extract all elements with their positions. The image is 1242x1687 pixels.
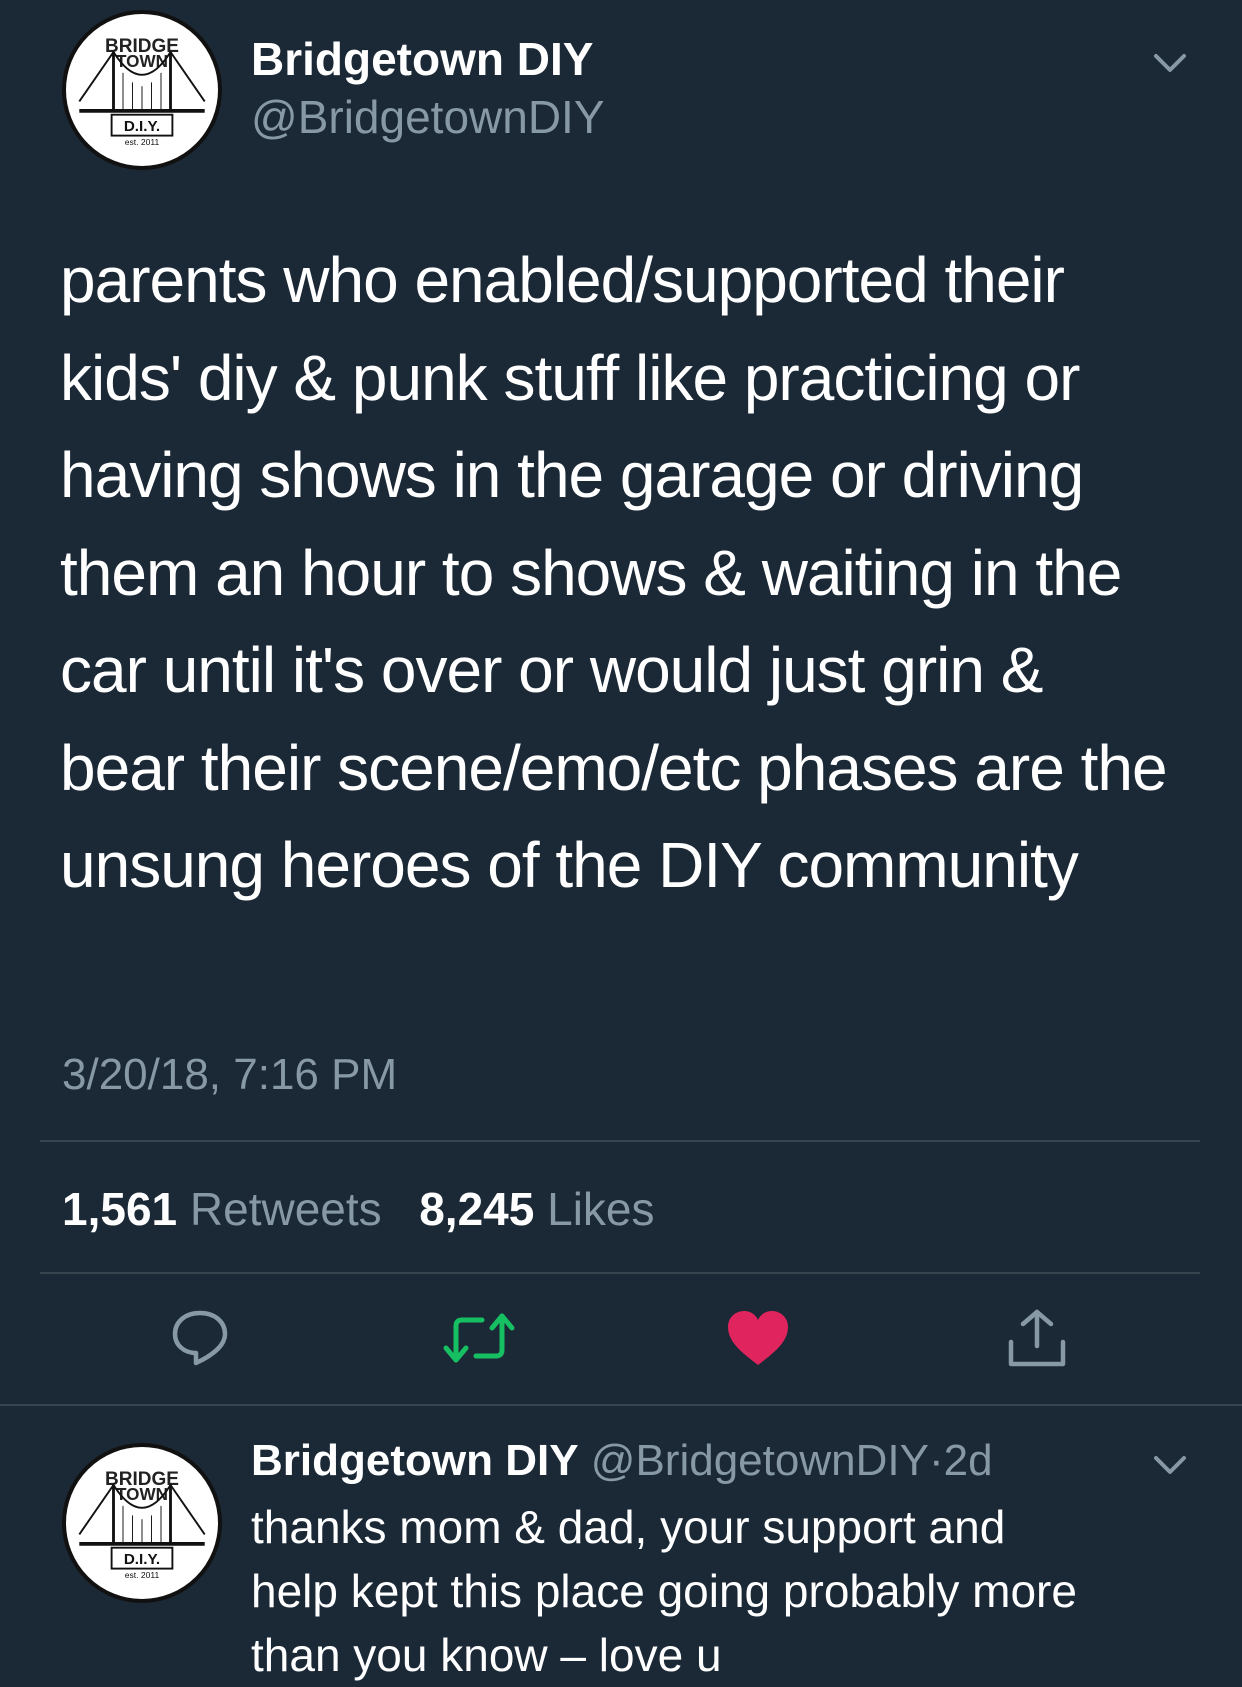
tweet-text: parents who enabled/supported their kids…	[60, 244, 1168, 901]
reply-author-avatar[interactable]: BRIDGE TOWN D.I.Y. est. 2011	[62, 1443, 222, 1603]
author-avatar[interactable]: BRIDGE TOWN D.I.Y. est. 2011	[62, 10, 222, 170]
retweet-count: 1,561	[62, 1183, 178, 1235]
share-button[interactable]	[997, 1298, 1077, 1378]
heart-icon	[728, 1311, 788, 1365]
reply-age: 2d	[943, 1436, 993, 1485]
bridgetown-logo-icon: BRIDGE TOWN D.I.Y. est. 2011	[69, 17, 215, 163]
logo-top2-text: TOWN	[116, 1485, 168, 1504]
chevron-down-icon[interactable]	[1150, 1450, 1190, 1480]
author-handle[interactable]: @BridgetownDIY	[251, 90, 605, 144]
retweet-button[interactable]	[439, 1298, 519, 1378]
tweet-timestamp: 3/20/18, 7:16 PM	[62, 1050, 398, 1099]
reply-button[interactable]	[160, 1298, 240, 1378]
chevron-down-icon[interactable]	[1150, 48, 1190, 78]
reply-text-line: than you know – love u	[251, 1629, 722, 1681]
reply-text-line: help kept this place going probably more	[251, 1565, 1077, 1617]
share-icon	[1008, 1309, 1066, 1367]
logo-est-text: est. 2011	[125, 137, 160, 147]
retweet-icon	[443, 1313, 515, 1363]
retweet-stat[interactable]: 1,561 Retweets	[62, 1183, 394, 1235]
reply-header: Bridgetown DIY @BridgetownDIY·2d	[251, 1436, 993, 1486]
divider	[40, 1272, 1200, 1274]
engagement-stats: 1,561 Retweets 8,245 Likes	[62, 1182, 655, 1236]
reply-author-name[interactable]: Bridgetown DIY	[251, 1436, 579, 1485]
reply-separator: ·	[928, 1436, 944, 1485]
logo-bottom-text: D.I.Y.	[124, 118, 160, 135]
author-name[interactable]: Bridgetown DIY	[251, 32, 593, 86]
divider	[40, 1140, 1200, 1142]
logo-bottom-text: D.I.Y.	[124, 1551, 160, 1568]
like-stat[interactable]: 8,245 Likes	[419, 1183, 654, 1235]
like-count: 8,245	[419, 1183, 535, 1235]
like-button[interactable]	[718, 1298, 798, 1378]
logo-est-text: est. 2011	[125, 1570, 160, 1580]
bridgetown-logo-icon: BRIDGE TOWN D.I.Y. est. 2011	[69, 1450, 215, 1596]
logo-top2-text: TOWN	[116, 52, 168, 71]
section-divider	[0, 1404, 1242, 1406]
reply-icon	[172, 1310, 228, 1366]
reply-text: thanks mom & dad, your support and help …	[251, 1495, 1211, 1687]
reply-author-handle[interactable]: @BridgetownDIY	[591, 1436, 929, 1485]
reply-text-line: thanks mom & dad, your support and	[251, 1501, 1006, 1553]
retweet-label: Retweets	[189, 1183, 382, 1235]
like-label: Likes	[547, 1183, 655, 1235]
